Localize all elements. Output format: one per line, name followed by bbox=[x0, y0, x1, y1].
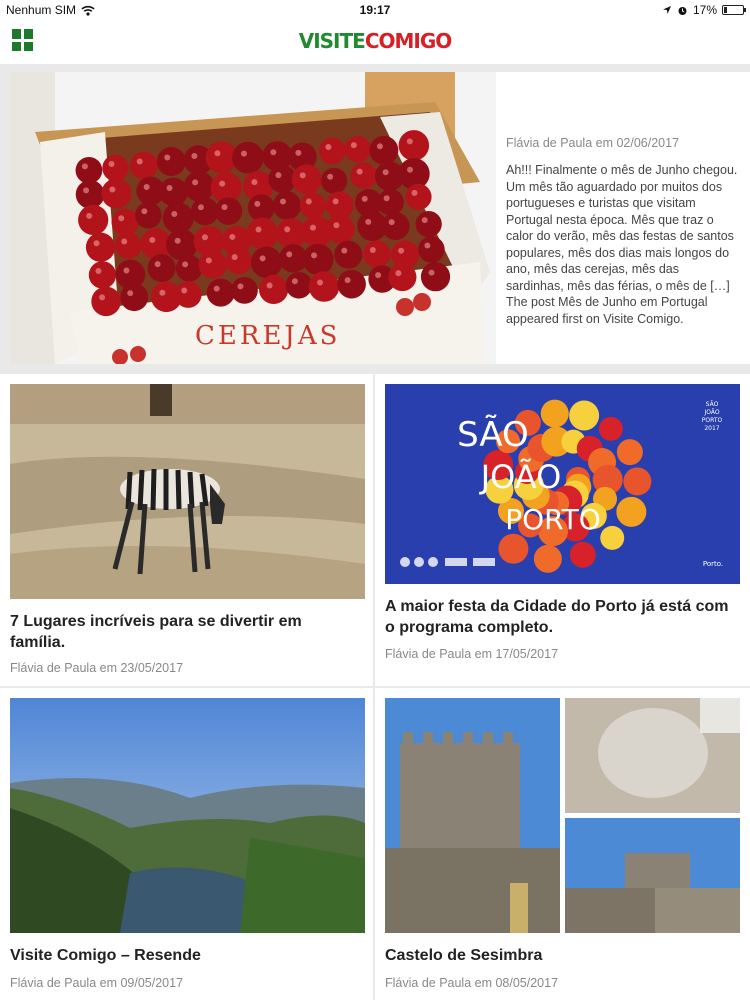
post-meta: Flávia de Paula em 23/05/2017 bbox=[10, 661, 184, 675]
post-title[interactable]: 7 Lugares incríveis para se divertir em … bbox=[10, 611, 355, 653]
location-icon bbox=[662, 6, 671, 14]
poster-corner-line: SÃO bbox=[706, 401, 719, 408]
post-image-resende[interactable] bbox=[10, 698, 365, 933]
featured-excerpt: Ah!!! Finalmente o mês de Junho chegou. … bbox=[506, 163, 738, 293]
alarm-icon bbox=[678, 6, 687, 15]
post-title[interactable]: Visite Comigo – Resende bbox=[10, 945, 355, 966]
poster-corner-line: PORTO bbox=[702, 417, 723, 424]
app-header: VISITECOMIGO bbox=[0, 20, 750, 64]
clock: 19:17 bbox=[359, 3, 391, 17]
post-title[interactable]: Castelo de Sesimbra bbox=[385, 945, 735, 966]
post-image-zebra[interactable] bbox=[10, 384, 365, 599]
poster-line: SÃO bbox=[457, 415, 529, 455]
featured-meta: Flávia de Paula em 02/06/2017 bbox=[506, 136, 680, 150]
battery-percent: 17% bbox=[692, 3, 717, 17]
post-card[interactable]: 7 Lugares incríveis para se divertir em … bbox=[0, 374, 373, 686]
post-image-castle[interactable] bbox=[385, 698, 740, 933]
logo-part-2: COMIGO bbox=[364, 29, 452, 53]
post-image-sao-joao-poster[interactable]: SÃO JOÃO PORTO SÃO JOÃO PORTO 2017 Porto… bbox=[385, 384, 740, 584]
post-card[interactable]: Castelo de Sesimbra Flávia de Paula em 0… bbox=[375, 688, 750, 1000]
post-meta: Flávia de Paula em 17/05/2017 bbox=[385, 647, 559, 661]
poster-line: JOÃO bbox=[479, 458, 562, 496]
featured-text: Flávia de Paula em 02/06/2017 Ah!!! Fina… bbox=[506, 136, 740, 327]
battery-fill bbox=[724, 7, 727, 13]
site-logo[interactable]: VISITECOMIGO bbox=[0, 29, 750, 53]
battery-icon bbox=[722, 5, 746, 15]
poster-tag: Porto. bbox=[703, 560, 723, 568]
box-label: CEREJAS bbox=[195, 321, 340, 351]
poster-corner-line: JOÃO bbox=[703, 409, 719, 416]
post-title[interactable]: A maior festa da Cidade do Porto já está… bbox=[385, 596, 735, 638]
featured-image-cherries[interactable]: CEREJAS bbox=[10, 72, 496, 364]
post-card[interactable]: SÃO JOÃO PORTO SÃO JOÃO PORTO 2017 Porto… bbox=[375, 374, 750, 686]
poster-line: PORTO bbox=[505, 503, 600, 536]
poster-corner-line: 2017 bbox=[704, 425, 719, 432]
status-right: 17% bbox=[662, 3, 746, 17]
status-bar: Nenhum SIM 19:17 17% bbox=[0, 0, 750, 20]
post-meta: Flávia de Paula em 09/05/2017 bbox=[10, 976, 184, 990]
post-card[interactable]: Visite Comigo – Resende Flávia de Paula … bbox=[0, 688, 373, 1000]
featured-footer: The post Mês de Junho em Portugal appear… bbox=[506, 295, 708, 326]
logo-part-1: VISITE bbox=[298, 29, 366, 53]
post-meta: Flávia de Paula em 08/05/2017 bbox=[385, 976, 559, 990]
featured-post[interactable]: CEREJAS Flávia de Paula em 02/06/2017 Ah… bbox=[10, 72, 750, 364]
